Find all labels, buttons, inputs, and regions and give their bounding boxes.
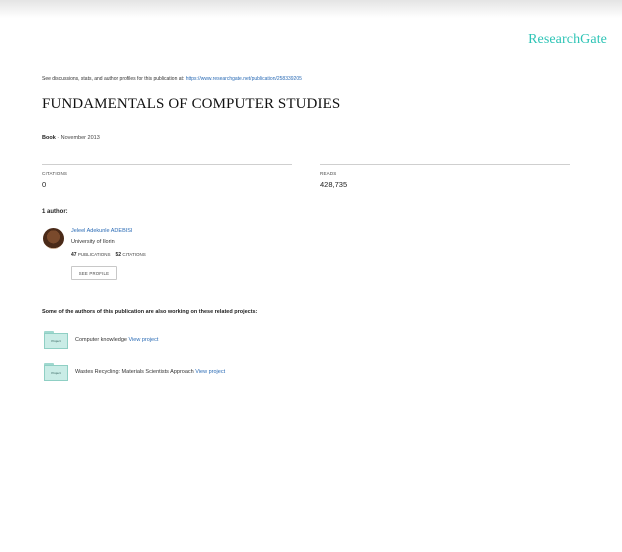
discussion-notice: See discussions, stats, and author profi… — [42, 76, 302, 82]
project-name: Computer knowledge — [75, 337, 127, 343]
authors-heading: 1 author: — [42, 209, 68, 215]
reads-value: 428,735 — [320, 180, 348, 189]
project-name: Wastes Recycling: Materials Scientists A… — [75, 369, 194, 375]
researchgate-logo[interactable]: ResearchGate — [528, 32, 607, 48]
top-shadow — [0, 0, 622, 18]
author-institution: University of Ilorin — [71, 239, 115, 245]
publication-title: FUNDAMENTALS OF COMPUTER STUDIES — [42, 96, 341, 112]
folder-label: Project — [44, 365, 68, 381]
author-name-link[interactable]: Jeleel Adekunle ADEBISI — [71, 228, 132, 234]
publication-meta: Book · November 2013 — [42, 135, 100, 141]
project-folder-icon: Project — [44, 363, 68, 381]
reads-label: READS — [320, 171, 337, 176]
project-item: Computer knowledge View project — [75, 337, 158, 343]
author-publications-label: PUBLICATIONS — [77, 252, 111, 257]
reads-divider — [320, 164, 570, 165]
author-citations-label: CITATIONS — [122, 252, 146, 257]
related-projects-heading: Some of the authors of this publication … — [42, 309, 258, 315]
author-avatar[interactable] — [43, 228, 64, 249]
author-publications-count: 47 — [71, 252, 77, 258]
citations-value: 0 — [42, 180, 47, 189]
author-citations-count: 52 — [115, 252, 122, 258]
citations-divider — [42, 164, 292, 165]
citations-label: CITATIONS — [42, 171, 68, 176]
publication-type: Book — [42, 135, 56, 141]
view-project-link[interactable]: View project — [195, 369, 225, 375]
publication-date: · November 2013 — [55, 135, 100, 141]
author-stats: 47 PUBLICATIONS 52 CITATIONS — [71, 252, 146, 258]
discussion-text: See discussions, stats, and author profi… — [42, 76, 185, 82]
view-project-link[interactable]: View project — [129, 337, 159, 343]
see-profile-button[interactable]: SEE PROFILE — [71, 266, 117, 280]
folder-label: Project — [44, 333, 68, 349]
publication-link[interactable]: https://www.researchgate.net/publication… — [186, 76, 302, 82]
project-item: Wastes Recycling: Materials Scientists A… — [75, 369, 225, 375]
project-folder-icon: Project — [44, 331, 68, 349]
